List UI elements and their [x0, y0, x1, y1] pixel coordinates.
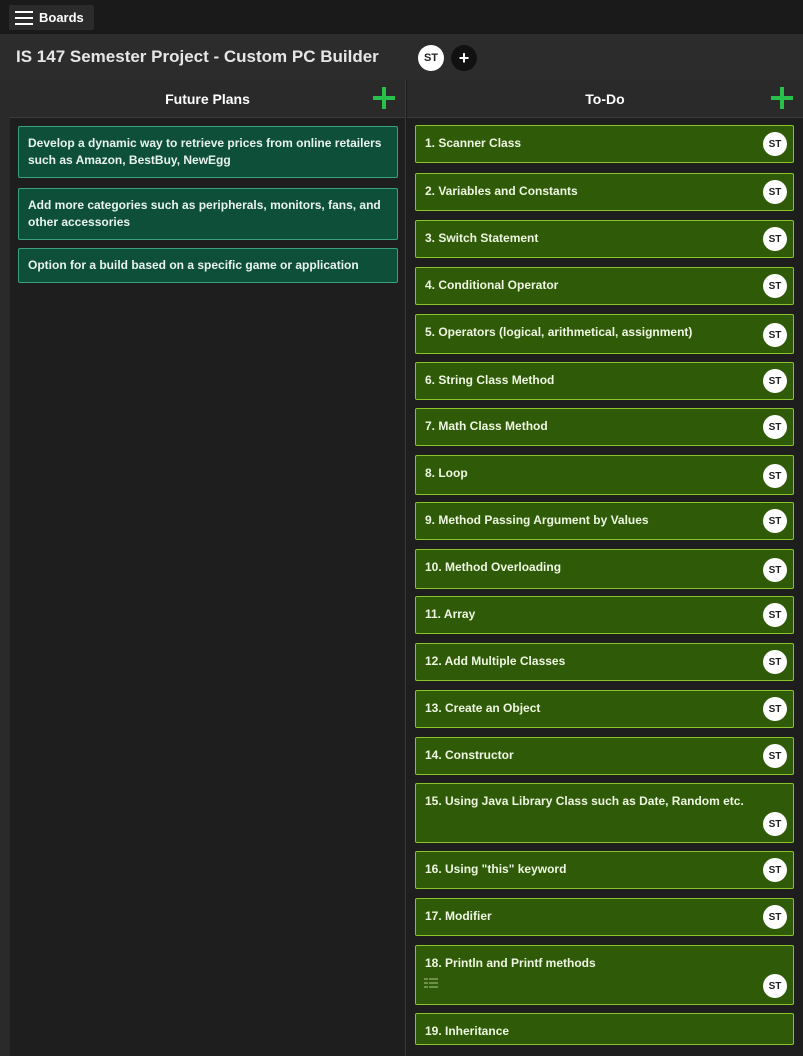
card[interactable]: 8. Loop ST: [415, 455, 794, 495]
card[interactable]: 16. Using "this" keyword ST: [415, 851, 794, 889]
card-title: 2. Variables and Constants: [425, 184, 578, 198]
card[interactable]: 10. Method Overloading ST: [415, 549, 794, 589]
card[interactable]: 18. Println and Printf methods ST: [415, 945, 794, 1005]
card-title: 15. Using Java Library Class such as Dat…: [425, 794, 744, 808]
card-title: 14. Constructor: [425, 748, 514, 762]
card-title: 11. Array: [425, 607, 476, 621]
assignee-avatar[interactable]: ST: [763, 558, 787, 582]
column-todo: To-Do 1. Scanner Class ST 2. Variables and…: [407, 80, 803, 1056]
assignee-avatar[interactable]: ST: [763, 180, 787, 204]
card[interactable]: 5. Operators (logical, arithmetical, ass…: [415, 314, 794, 354]
card[interactable]: 3. Switch Statement ST: [415, 220, 794, 258]
board-title[interactable]: IS 147 Semester Project - Custom PC Buil…: [16, 47, 379, 67]
add-card-plus-icon[interactable]: [373, 87, 395, 109]
assignee-avatar[interactable]: ST: [763, 858, 787, 882]
boards-button[interactable]: Boards: [9, 5, 94, 30]
assignee-avatar[interactable]: ST: [763, 274, 787, 298]
card[interactable]: 9. Method Passing Argument by Values ST: [415, 502, 794, 540]
card-title: 13. Create an Object: [425, 701, 541, 715]
card[interactable]: 14. Constructor ST: [415, 737, 794, 775]
card-title: 3. Switch Statement: [425, 231, 539, 245]
card[interactable]: 17. Modifier ST: [415, 898, 794, 936]
checklist-icon: [424, 977, 438, 988]
assignee-avatar[interactable]: ST: [763, 132, 787, 156]
add-member-button[interactable]: +: [451, 45, 477, 71]
card[interactable]: 12. Add Multiple Classes ST: [415, 643, 794, 681]
card-title: 18. Println and Printf methods: [425, 956, 596, 970]
card-title: 12. Add Multiple Classes: [425, 654, 566, 668]
card-title: 6. String Class Method: [425, 373, 555, 387]
assignee-avatar[interactable]: ST: [763, 974, 787, 998]
card-title: 19. Inheritance: [425, 1024, 510, 1038]
board-canvas: Future Plans Develop a dynamic way to re…: [0, 80, 803, 1056]
assignee-avatar[interactable]: ST: [763, 744, 787, 768]
card[interactable]: Add more categories such as peripherals,…: [18, 188, 398, 240]
card[interactable]: 11. Array ST: [415, 596, 794, 634]
hamburger-menu-icon: [15, 10, 33, 25]
card-title: 7. Math Class Method: [425, 419, 548, 433]
card-title: 9. Method Passing Argument by Values: [425, 513, 649, 527]
column-header: To-Do: [407, 80, 803, 118]
card[interactable]: 1. Scanner Class ST: [415, 125, 794, 163]
assignee-avatar[interactable]: ST: [763, 464, 787, 488]
assignee-avatar[interactable]: ST: [763, 697, 787, 721]
card-title: 4. Conditional Operator: [425, 278, 559, 292]
column-future-plans: Future Plans Develop a dynamic way to re…: [10, 80, 406, 1056]
assignee-avatar[interactable]: ST: [763, 509, 787, 533]
assignee-avatar[interactable]: ST: [763, 323, 787, 347]
board-header: IS 147 Semester Project - Custom PC Buil…: [0, 34, 803, 80]
assignee-avatar[interactable]: ST: [763, 650, 787, 674]
boards-label: Boards: [39, 10, 84, 25]
column-title: Future Plans: [165, 90, 250, 107]
assignee-avatar[interactable]: ST: [763, 603, 787, 627]
member-avatar[interactable]: ST: [418, 45, 444, 71]
top-nav: Boards: [0, 0, 803, 34]
card-title: 10. Method Overloading: [425, 560, 562, 574]
card[interactable]: 4. Conditional Operator ST: [415, 267, 794, 305]
assignee-avatar[interactable]: ST: [763, 415, 787, 439]
assignee-avatar[interactable]: ST: [763, 369, 787, 393]
column-title: To-Do: [585, 90, 625, 107]
card[interactable]: 2. Variables and Constants ST: [415, 173, 794, 211]
assignee-avatar[interactable]: ST: [763, 227, 787, 251]
column-header: Future Plans: [10, 80, 405, 118]
card-title: 17. Modifier: [425, 909, 492, 923]
assignee-avatar[interactable]: ST: [763, 812, 787, 836]
card[interactable]: Develop a dynamic way to retrieve prices…: [18, 126, 398, 178]
card[interactable]: Option for a build based on a specific g…: [18, 248, 398, 283]
card-title: 5. Operators (logical, arithmetical, ass…: [425, 325, 693, 339]
card[interactable]: 7. Math Class Method ST: [415, 408, 794, 446]
card[interactable]: 13. Create an Object ST: [415, 690, 794, 728]
card[interactable]: 15. Using Java Library Class such as Dat…: [415, 783, 794, 843]
card[interactable]: 19. Inheritance: [415, 1013, 794, 1045]
left-gutter: [0, 80, 10, 1056]
add-card-plus-icon[interactable]: [771, 87, 793, 109]
card[interactable]: 6. String Class Method ST: [415, 362, 794, 400]
card-title: 16. Using "this" keyword: [425, 862, 567, 876]
assignee-avatar[interactable]: ST: [763, 905, 787, 929]
card-title: 8. Loop: [425, 466, 468, 480]
card-title: 1. Scanner Class: [425, 136, 522, 150]
